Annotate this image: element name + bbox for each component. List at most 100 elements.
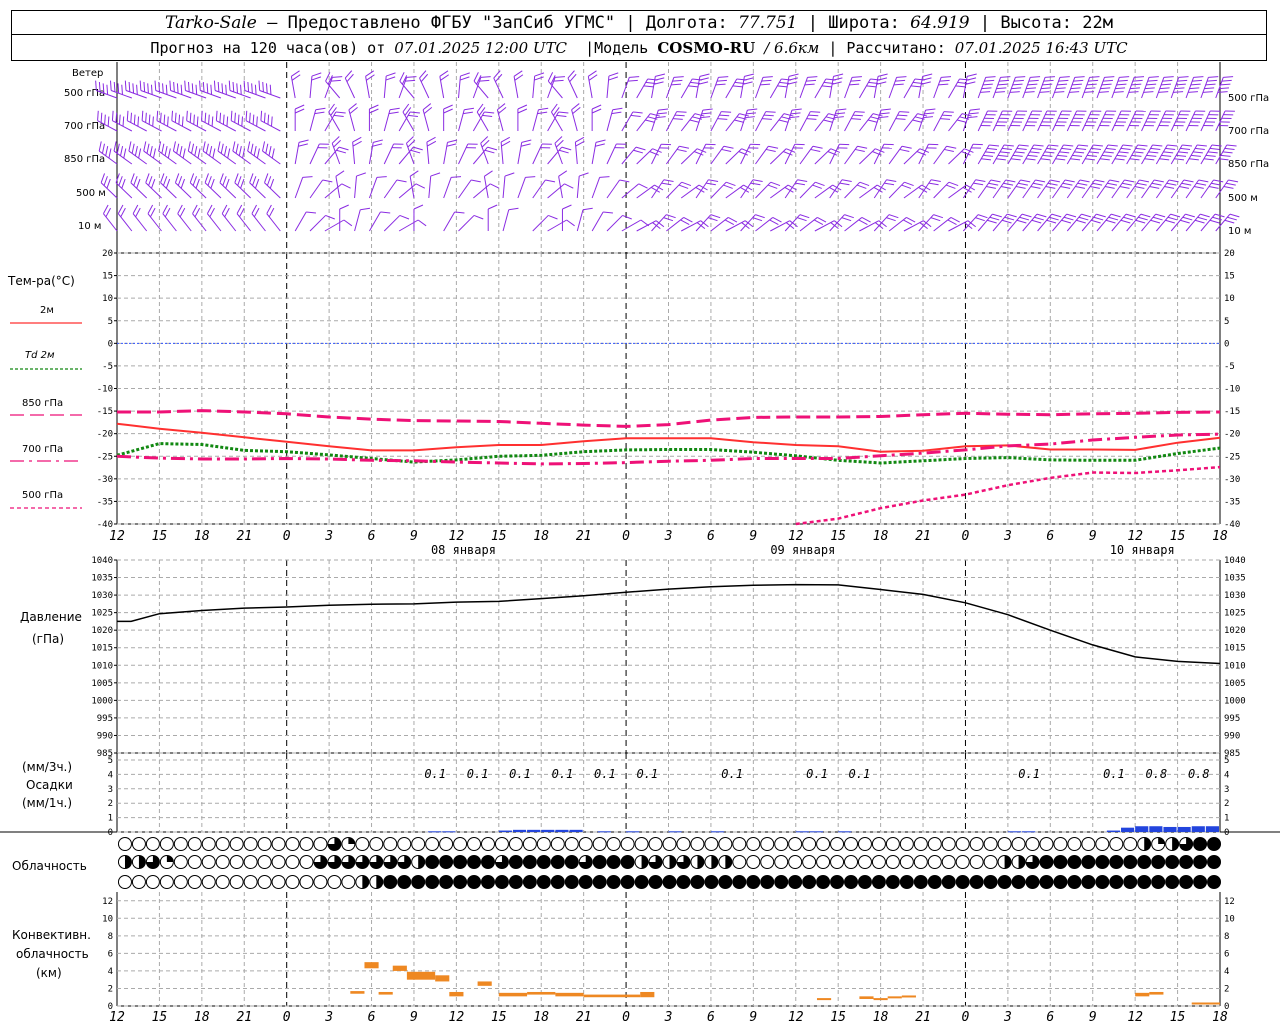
wind-barb-feather [616, 143, 627, 145]
wind-barb-staff [1037, 110, 1048, 132]
cloud-icon [1025, 837, 1040, 851]
wind-barb-feather [1163, 76, 1174, 78]
cloud-fill [467, 855, 481, 869]
wind-barb-staff [115, 182, 133, 199]
wind-barb-staff [1066, 179, 1081, 199]
wind-barb-feather [1178, 76, 1189, 78]
precip-label: 0.1 [594, 767, 616, 781]
cloud-fill [1123, 875, 1137, 889]
wind-barb [258, 80, 281, 99]
cloud-icon [1011, 837, 1026, 851]
cloud-circle [243, 855, 258, 869]
wind-barb [918, 73, 933, 99]
cloud-fill [942, 875, 956, 889]
wind-barb-staff [571, 109, 578, 132]
wind-barb [480, 136, 490, 165]
wind-barb-feather [699, 73, 710, 77]
wind-barb-staff [547, 219, 567, 232]
wind-barb-feather [765, 111, 776, 113]
wind-barb-staff [368, 211, 381, 232]
wind-barb-staff [948, 78, 960, 99]
cloud-fill [663, 875, 676, 889]
cloud-fill [453, 875, 467, 889]
cloud-icon [117, 837, 132, 851]
cloud-circle [285, 875, 300, 889]
cloud-icon [816, 855, 831, 869]
wind-barb [933, 217, 960, 232]
wind-barb [217, 141, 237, 165]
wind-barb-staff [1200, 110, 1211, 132]
wind-barb-staff [1037, 144, 1050, 165]
wind-barb-staff [558, 176, 563, 199]
cloud-fill [697, 855, 704, 869]
wind-barb-feather [426, 136, 436, 143]
wind-barb-staff [651, 109, 659, 132]
wind-barb-feather [399, 214, 410, 220]
wind-barb [710, 217, 738, 232]
wind-barb-feather [1135, 110, 1146, 112]
cloud-icon [1081, 855, 1096, 869]
wind-barb-feather [493, 70, 501, 79]
precip-ytick-label-right: 2 [1224, 799, 1229, 809]
wind-barb-staff [103, 213, 118, 232]
wind-barb-staff [888, 145, 903, 165]
press-ytick-label-left: 1010 [91, 661, 113, 671]
wind-barb-staff [206, 213, 222, 232]
wind-barb-feather [402, 103, 410, 113]
cloud-icon [1053, 875, 1068, 889]
conv-cloud-bar [583, 994, 641, 998]
wind-barb [422, 103, 433, 132]
wind-barb [98, 141, 118, 165]
press-ytick-label-right: 1030 [1224, 591, 1246, 601]
wind-barb-staff [755, 145, 769, 165]
wind-barb-feather [298, 139, 309, 143]
cloud-fill [621, 875, 635, 889]
wind-barb-feather [396, 179, 407, 183]
wind-barb [383, 143, 404, 165]
wind-barb-feather [599, 176, 610, 178]
wind-barb [814, 113, 839, 132]
cloud-icon [718, 855, 733, 869]
wind-barb-feather [896, 76, 907, 78]
cloud-fill [1067, 875, 1081, 889]
cloud-icon [439, 875, 454, 889]
time-label-mid: 3 [324, 529, 333, 544]
wind-barb-feather [548, 214, 558, 220]
temp-ytick-label-left: -35 [97, 497, 113, 507]
wind-barb [202, 141, 222, 165]
wind-barb-feather [922, 73, 933, 77]
cloud-icon [187, 855, 202, 869]
cloud-circle [271, 855, 286, 869]
cloud-icon [243, 837, 258, 851]
time-label-mid: 6 [707, 529, 715, 544]
wind-barb [472, 111, 495, 132]
cloud-fill [844, 875, 858, 889]
cloud-circle [1081, 837, 1096, 851]
wind-barb-feather [943, 111, 954, 113]
wind-barb-feather [883, 143, 894, 146]
wind-barb [513, 70, 524, 99]
wind-barb-feather [177, 204, 183, 214]
wind-barb-feather [728, 217, 738, 223]
wind-barb-feather [622, 214, 632, 220]
wind-barb-feather [1226, 144, 1237, 147]
cloud-icon [243, 855, 258, 869]
cloud-fill [411, 875, 425, 889]
cloud-icon [313, 875, 328, 889]
cloud-circle [397, 837, 412, 851]
wind-barb [888, 111, 910, 132]
wind-barb [829, 143, 850, 165]
cloud-icon [341, 875, 356, 889]
cloud-fill [1039, 855, 1053, 869]
wind-barb [725, 148, 751, 165]
wind-barb [458, 107, 475, 132]
wind-barb-feather [245, 110, 248, 121]
wind-barb-feather [314, 111, 325, 115]
cloud-icon [522, 855, 537, 869]
wind-barb-feather [504, 172, 515, 177]
conv-cloud-bar [364, 962, 379, 969]
wind-barb-feather [228, 80, 231, 91]
cloud-fill [1012, 875, 1026, 889]
wind-barb-feather [832, 77, 843, 81]
cloud-fill [348, 837, 355, 844]
